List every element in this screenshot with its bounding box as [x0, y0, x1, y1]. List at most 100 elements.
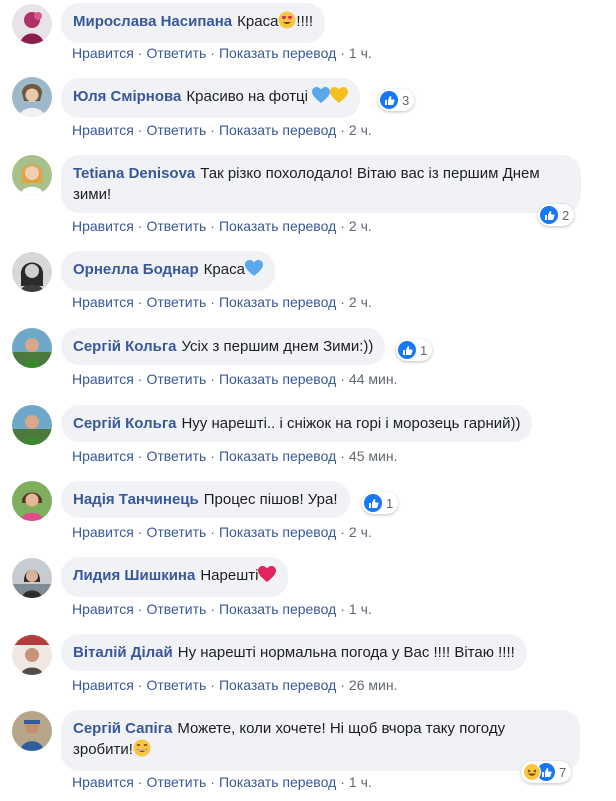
separator: ·	[137, 45, 143, 61]
reply-link[interactable]: Ответить	[146, 45, 206, 61]
timestamp[interactable]: 1 ч.	[349, 774, 372, 790]
comment-actions: Нравится · Ответить · Показать перевод · 1 ч.	[72, 45, 372, 61]
timestamp[interactable]: 2 ч.	[349, 294, 372, 310]
separator: ·	[340, 448, 345, 464]
avatar[interactable]	[12, 77, 52, 117]
like-reaction-icon	[540, 206, 558, 224]
like-link[interactable]: Нравится	[72, 122, 134, 138]
separator: ·	[137, 294, 143, 310]
translate-link[interactable]: Показать перевод	[219, 45, 336, 61]
comment-author[interactable]: Сергій Кольга	[73, 338, 176, 355]
comment-author[interactable]: Сергій Сапіга	[73, 720, 172, 737]
separator: ·	[210, 122, 215, 138]
comment-text: Нуу нарешті.. і сніжок на горі і морозец…	[181, 415, 521, 432]
timestamp[interactable]: 2 ч.	[349, 122, 372, 138]
comment-author[interactable]: Сергій Кольга	[73, 415, 176, 432]
separator: ·	[340, 122, 345, 138]
timestamp[interactable]: 1 ч.	[349, 601, 372, 617]
reply-link[interactable]: Ответить	[146, 294, 206, 310]
reply-link[interactable]: Ответить	[146, 601, 206, 617]
reply-link[interactable]: Ответить	[146, 524, 206, 540]
comment-bubble: Сергій Кольга Усіх з першим днем Зими:))	[61, 328, 386, 365]
avatar[interactable]	[12, 4, 52, 44]
separator: ·	[210, 774, 215, 790]
comment-bubble: Віталій Ділай Ну нарешті нормальна погода…	[61, 634, 527, 671]
like-link[interactable]: Нравится	[72, 524, 134, 540]
comment-author[interactable]: Віталій Ділай	[73, 644, 173, 661]
timestamp[interactable]: 2 ч.	[349, 218, 372, 234]
separator: ·	[210, 218, 215, 234]
separator: ·	[137, 601, 143, 617]
translate-link[interactable]: Показать перевод	[219, 601, 336, 617]
timestamp[interactable]: 1 ч.	[349, 45, 372, 61]
reaction-count-value: 7	[559, 764, 567, 780]
like-link[interactable]: Нравится	[72, 774, 134, 790]
translate-link[interactable]: Показать перевод	[219, 448, 336, 464]
comment-text: Красиво на фотці	[186, 88, 308, 105]
like-link[interactable]: Нравится	[72, 45, 134, 61]
separator: ·	[137, 774, 143, 790]
comment-actions: Нравится · Ответить · Показать перевод · 26 ми…	[72, 677, 397, 693]
like-link[interactable]: Нравится	[72, 371, 134, 387]
reply-link[interactable]: Ответить	[146, 218, 206, 234]
comment-actions: Нравится · Ответить · Показать перевод · 1 ч.	[72, 774, 372, 790]
translate-link[interactable]: Показать перевод	[219, 122, 336, 138]
comment-author[interactable]: Мирослава Насипана	[73, 13, 232, 30]
red-heart-icon	[258, 566, 277, 589]
timestamp[interactable]: 44 мин.	[349, 371, 398, 387]
comment-author[interactable]: Лидия Шишкина	[73, 567, 195, 584]
reply-link[interactable]: Ответить	[146, 677, 206, 693]
comment-bubble: Юля Смірнова Красиво на фотці	[61, 78, 361, 118]
comment-author[interactable]: Надія Танчинець	[73, 491, 199, 508]
separator: ·	[340, 774, 345, 790]
reply-link[interactable]: Ответить	[146, 122, 206, 138]
reply-link[interactable]: Ответить	[146, 774, 206, 790]
avatar[interactable]	[12, 405, 52, 445]
translate-link[interactable]: Показать перевод	[219, 371, 336, 387]
avatar[interactable]	[12, 635, 52, 675]
comment-bubble: Орнелла Боднар Краса	[61, 251, 275, 291]
avatar[interactable]	[12, 155, 52, 195]
heart-eyes-emoji-icon	[278, 11, 296, 35]
comment-bubble: Лидия Шишкина Нарешті	[61, 557, 289, 597]
avatar[interactable]	[12, 558, 52, 598]
separator: ·	[340, 371, 345, 387]
translate-link[interactable]: Показать перевод	[219, 218, 336, 234]
like-reaction-icon	[364, 494, 382, 512]
timestamp[interactable]: 26 мин.	[349, 677, 398, 693]
separator: ·	[137, 122, 143, 138]
like-link[interactable]: Нравится	[72, 677, 134, 693]
like-link[interactable]: Нравится	[72, 218, 134, 234]
reaction-count[interactable]: 1	[362, 492, 399, 514]
yellow-heart-icon	[330, 87, 349, 110]
reply-link[interactable]: Ответить	[146, 448, 206, 464]
translate-link[interactable]: Показать перевод	[219, 524, 336, 540]
avatar[interactable]	[12, 252, 52, 292]
avatar[interactable]	[12, 481, 52, 521]
comment-author[interactable]: Орнелла Боднар	[73, 261, 199, 278]
like-link[interactable]: Нравится	[72, 294, 134, 310]
comment-author[interactable]: Tetiana Denisova	[73, 165, 195, 182]
avatar[interactable]	[12, 328, 52, 368]
like-link[interactable]: Нравится	[72, 448, 134, 464]
comment-bubble: Сергій Кольга Нуу нарешті.. і сніжок на г…	[61, 405, 533, 442]
timestamp[interactable]: 2 ч.	[349, 524, 372, 540]
timestamp[interactable]: 45 мин.	[349, 448, 398, 464]
separator: ·	[137, 677, 143, 693]
reply-link[interactable]: Ответить	[146, 371, 206, 387]
translate-link[interactable]: Показать перевод	[219, 774, 336, 790]
avatar[interactable]	[12, 711, 52, 751]
reaction-count[interactable]: 3	[378, 89, 415, 111]
comment-author[interactable]: Юля Смірнова	[73, 88, 181, 105]
separator: ·	[340, 677, 345, 693]
separator: ·	[340, 601, 345, 617]
translate-link[interactable]: Показать перевод	[219, 294, 336, 310]
separator: ·	[210, 448, 215, 464]
translate-link[interactable]: Показать перевод	[219, 677, 336, 693]
reaction-count[interactable]: 1	[396, 339, 433, 361]
separator: ·	[340, 294, 345, 310]
like-link[interactable]: Нравится	[72, 601, 134, 617]
reaction-count[interactable]: 2	[538, 204, 575, 226]
separator: ·	[340, 45, 345, 61]
reaction-count[interactable]: 7	[521, 761, 572, 783]
